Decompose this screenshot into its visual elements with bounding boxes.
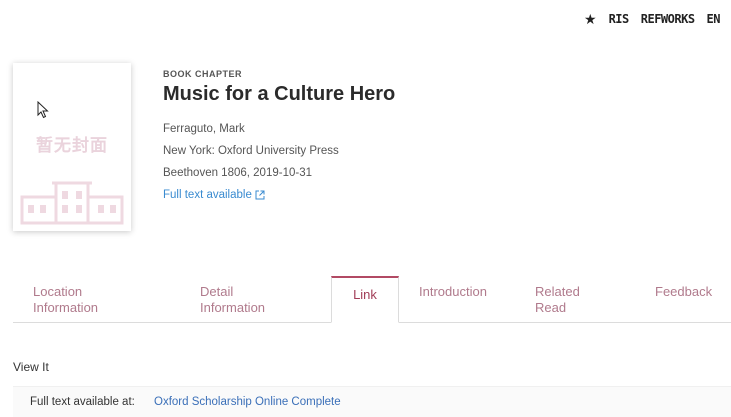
tab-label-line: Detail — [200, 284, 234, 299]
tab-label-line: Information — [200, 300, 266, 315]
tab-location-information[interactable]: Location Information — [33, 276, 98, 322]
availability-row: Full text available at: Oxford Scholarsh… — [13, 386, 731, 417]
record-source: Beethoven 1806, 2019-10-31 — [163, 167, 312, 179]
export-endnote-button[interactable]: EN — [707, 12, 721, 26]
record-title: Music for a Culture Hero — [163, 83, 396, 105]
view-it-heading: View It — [13, 360, 49, 374]
record-publisher: New York: Oxford University Press — [163, 145, 339, 157]
full-text-available-label: Full text available — [163, 189, 252, 201]
book-cover: 暂无封面 — [13, 63, 131, 231]
tab-related-read[interactable]: Related Read — [535, 276, 580, 322]
tab-label-line: Introduction — [419, 284, 487, 299]
record-actions-bar: ★ RIS REFWORKS EN — [584, 10, 731, 28]
mouse-cursor-icon — [37, 101, 49, 119]
tab-detail-information[interactable]: Detail Information — [200, 276, 265, 322]
tab-label-line: Read — [535, 300, 567, 315]
export-refworks-button[interactable]: REFWORKS — [641, 12, 695, 26]
full-text-available-link[interactable]: Full text available — [163, 189, 265, 201]
export-ris-button[interactable]: RIS — [609, 12, 630, 26]
tab-introduction[interactable]: Introduction — [419, 276, 487, 322]
availability-label: Full text available at: — [30, 396, 135, 408]
tab-label-line: Related — [535, 284, 580, 299]
tab-label-line: Link — [353, 287, 377, 302]
document-type-label: BOOK CHAPTER — [163, 69, 243, 79]
external-link-icon — [255, 190, 265, 200]
record-author: Ferraguto, Mark — [163, 123, 245, 135]
star-favorite-icon[interactable]: ★ — [584, 12, 597, 26]
tab-feedback[interactable]: Feedback — [655, 276, 712, 322]
tab-label-line: Feedback — [655, 284, 713, 299]
oxford-scholarship-link[interactable]: Oxford Scholarship Online Complete — [154, 396, 341, 408]
tab-label-line: Location — [33, 284, 83, 299]
record-tabs: Location Information Detail Information … — [13, 276, 731, 323]
no-cover-text: 暂无封面 — [36, 136, 108, 156]
library-building-icon — [20, 181, 124, 225]
tab-link[interactable]: Link — [331, 276, 399, 323]
tab-label-line: Information — [33, 300, 99, 315]
